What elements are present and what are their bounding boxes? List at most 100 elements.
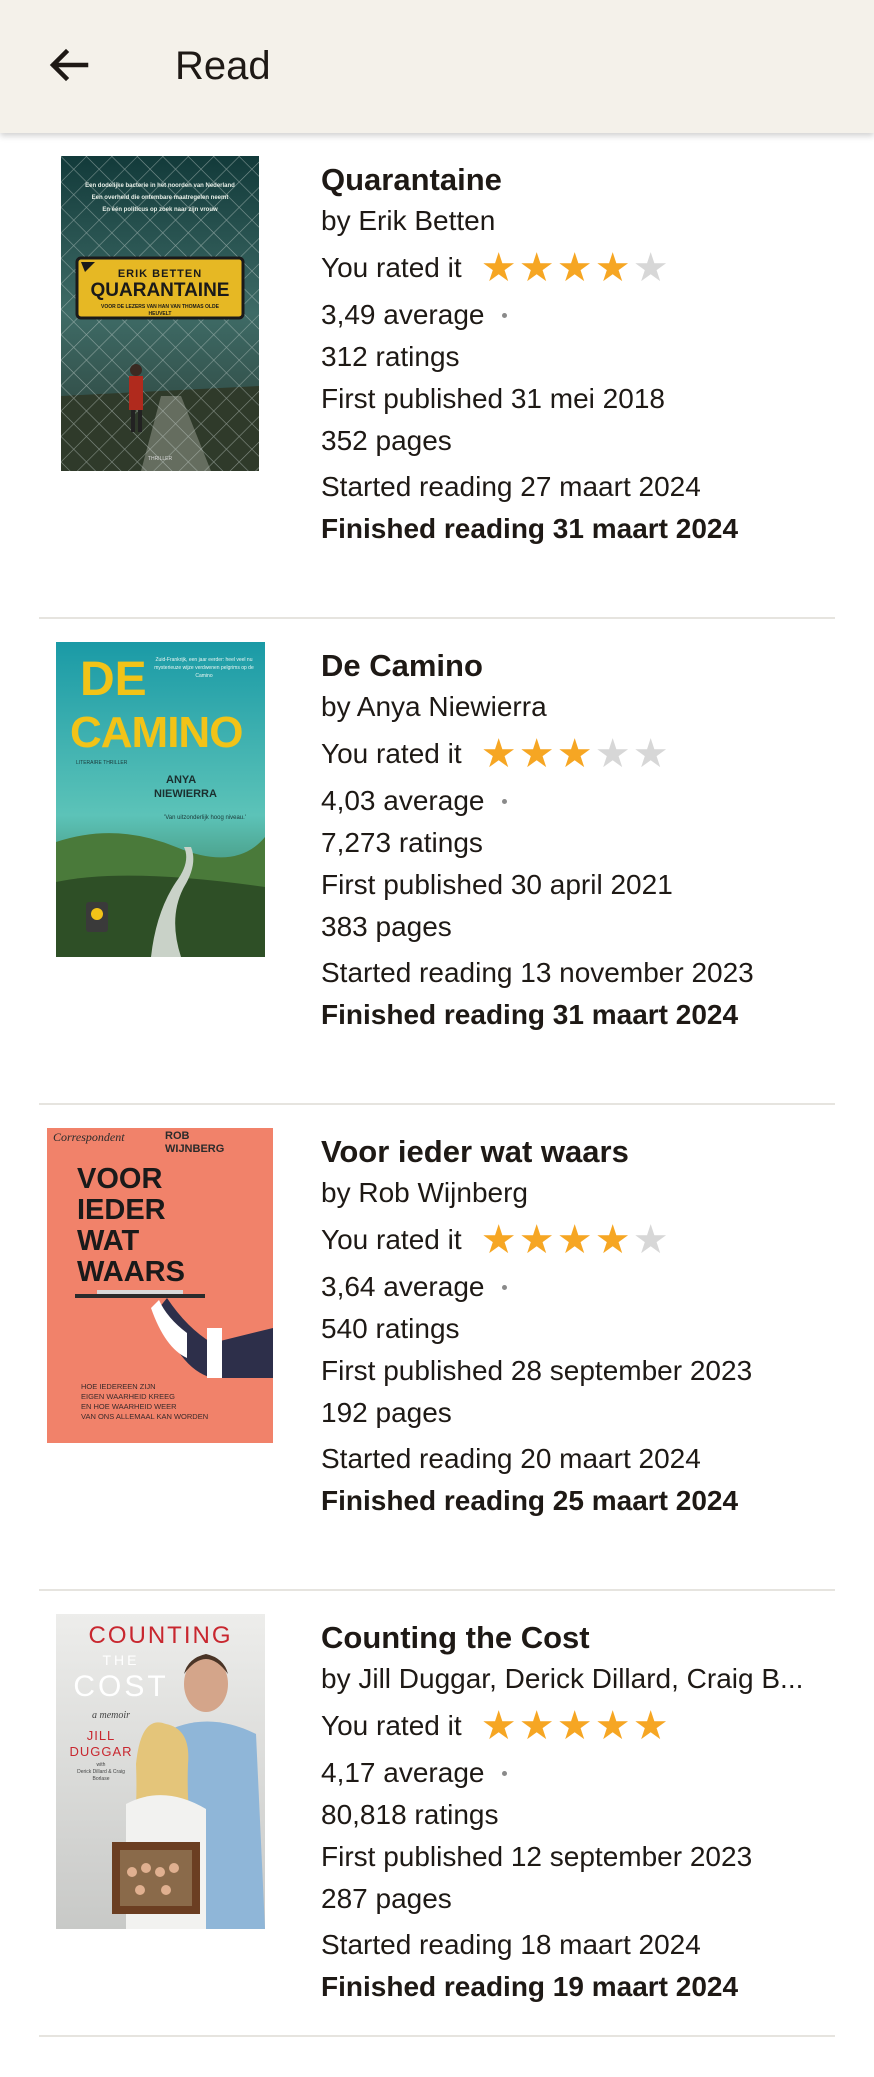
ratings-count: 312 ratings: [321, 341, 460, 372]
rating-stars[interactable]: ★ ★ ★ ★ ★: [480, 248, 670, 288]
star-filled-icon[interactable]: ★: [594, 248, 632, 288]
book-info: De Camino by Anya Niewierra You rated it…: [321, 646, 841, 1036]
cover-author: ERIK BETTEN: [117, 268, 203, 280]
book-author[interactable]: by Rob Wijnberg: [321, 1172, 841, 1214]
star-filled-icon[interactable]: ★: [518, 248, 556, 288]
back-button[interactable]: [44, 40, 104, 92]
book-cover[interactable]: Correspondent ROB WIJNBERG VOOR IEDER WA…: [47, 1128, 273, 1443]
average-rating: 4,17 average: [321, 1757, 485, 1788]
star-filled-icon[interactable]: ★: [556, 734, 594, 774]
cover-subtitle: VOOR DE LEZERS VAN HAN VAN THOMAS OLDE H…: [101, 304, 219, 317]
divider: [39, 2035, 835, 2037]
star-empty-icon[interactable]: ★: [594, 734, 632, 774]
star-filled-icon[interactable]: ★: [480, 1706, 518, 1746]
book-author[interactable]: by Erik Betten: [321, 200, 841, 242]
cover-author: JILL: [86, 1728, 116, 1743]
star-filled-icon[interactable]: ★: [480, 1220, 518, 1260]
app-bar: Read: [0, 0, 874, 133]
cover-title: COUNTING: [88, 1622, 233, 1649]
page-count: 383 pages: [321, 911, 452, 942]
finished-reading: Finished reading 31 maart 2024: [321, 999, 739, 1030]
started-reading: Started reading 18 maart 2024: [321, 1929, 701, 1960]
page-count: 352 pages: [321, 425, 452, 456]
cover-subtitle: a memoir: [92, 1710, 131, 1721]
average-rating: 3,49 average: [321, 299, 485, 330]
rated-label: You rated it: [321, 1224, 462, 1255]
cover-brand: Correspondent: [53, 1130, 125, 1144]
rating-stars[interactable]: ★ ★ ★ ★ ★: [480, 734, 670, 774]
book-cover[interactable]: Een dodelijke bacterie in het noorden va…: [61, 156, 259, 471]
book-title[interactable]: Quarantaine: [321, 160, 841, 200]
started-reading: Started reading 13 november 2023: [321, 957, 754, 988]
cover-title: CAMINO: [70, 708, 243, 757]
cover-author: ANYA: [166, 774, 197, 786]
started-reading: Started reading 20 maart 2024: [321, 1443, 701, 1474]
star-filled-icon[interactable]: ★: [556, 1706, 594, 1746]
cover-author: DUGGAR: [69, 1744, 133, 1759]
star-empty-icon[interactable]: ★: [632, 1220, 670, 1260]
user-rating: You rated it ★ ★ ★ ★ ★: [321, 1700, 841, 1752]
book-item[interactable]: Een dodelijke bacterie in het noorden va…: [0, 133, 874, 619]
book-info: Voor ieder wat waars by Rob Wijnberg You…: [321, 1132, 841, 1522]
star-filled-icon[interactable]: ★: [594, 1220, 632, 1260]
cover-title-line: VOOR: [77, 1163, 163, 1195]
cover-title: COST: [73, 1670, 169, 1703]
book-cover[interactable]: DE CAMINO Zuid-Frankrijk, een jaar eerde…: [56, 642, 265, 957]
cover-subtitle-line: EIGEN WAARHEID KREEG: [81, 1392, 175, 1401]
average-rating-row: 3,64 average: [321, 1266, 841, 1308]
cover-title-line: IEDER: [77, 1194, 166, 1226]
book-author[interactable]: by Jill Duggar, Derick Dillard, Craig B.…: [321, 1658, 841, 1700]
book-info: Counting the Cost by Jill Duggar, Derick…: [321, 1618, 841, 2008]
star-empty-icon[interactable]: ★: [632, 734, 670, 774]
average-rating: 3,64 average: [321, 1271, 485, 1302]
first-published: First published 28 september 2023: [321, 1355, 753, 1386]
cover-author: ROB: [165, 1130, 190, 1142]
star-filled-icon[interactable]: ★: [480, 734, 518, 774]
rated-label: You rated it: [321, 1710, 462, 1741]
star-filled-icon[interactable]: ★: [632, 1706, 670, 1746]
book-cover[interactable]: COUNTING THE COST a memoir JILL DUGGAR w…: [56, 1614, 265, 1929]
star-filled-icon[interactable]: ★: [518, 1220, 556, 1260]
book-item[interactable]: DE CAMINO Zuid-Frankrijk, een jaar eerde…: [0, 619, 874, 1105]
cover-subtitle-line: VAN ONS ALLEMAAL KAN WORDEN: [81, 1412, 209, 1421]
cover-tagline: En één politicus op zoek naar zijn vrouw: [102, 207, 218, 213]
cover-with: with: [96, 1762, 106, 1768]
average-rating: 4,03 average: [321, 785, 485, 816]
book-list[interactable]: Een dodelijke bacterie in het noorden va…: [0, 133, 874, 2077]
star-filled-icon[interactable]: ★: [556, 1220, 594, 1260]
cover-title: DE: [80, 653, 147, 706]
star-filled-icon[interactable]: ★: [518, 1706, 556, 1746]
book-item[interactable]: COUNTING THE COST a memoir JILL DUGGAR w…: [0, 1591, 874, 2077]
star-filled-icon[interactable]: ★: [480, 248, 518, 288]
ratings-count: 80,818 ratings: [321, 1799, 499, 1830]
star-empty-icon[interactable]: ★: [632, 248, 670, 288]
cover-title: QUARANTAINE: [90, 280, 230, 301]
average-rating-row: 4,17 average: [321, 1752, 841, 1794]
cover-publisher: THRILLER: [147, 456, 173, 462]
separator-dot-icon: [502, 798, 508, 804]
separator-dot-icon: [502, 312, 508, 318]
cover-quote: 'Van uitzonderlijk hoog niveau.': [164, 815, 246, 821]
book-title[interactable]: De Camino: [321, 646, 841, 686]
book-title[interactable]: Voor ieder wat waars: [321, 1132, 841, 1172]
book-title[interactable]: Counting the Cost: [321, 1618, 841, 1658]
cover-subtitle-line: HOE IEDEREEN ZIJN: [81, 1382, 156, 1391]
rated-label: You rated it: [321, 738, 462, 769]
first-published: First published 30 april 2021: [321, 869, 673, 900]
star-filled-icon[interactable]: ★: [556, 248, 594, 288]
cover-title-line: WAT: [77, 1225, 140, 1257]
first-published: First published 31 mei 2018: [321, 383, 665, 414]
rating-stars[interactable]: ★ ★ ★ ★ ★: [480, 1706, 670, 1746]
user-rating: You rated it ★ ★ ★ ★ ★: [321, 728, 841, 780]
cover-coauthors: Derick Dillard & Craig Borlase: [77, 1769, 125, 1782]
star-filled-icon[interactable]: ★: [594, 1706, 632, 1746]
book-item[interactable]: Correspondent ROB WIJNBERG VOOR IEDER WA…: [0, 1105, 874, 1591]
rating-stars[interactable]: ★ ★ ★ ★ ★: [480, 1220, 670, 1260]
cover-title: THE: [102, 1652, 140, 1668]
user-rating: You rated it ★ ★ ★ ★ ★: [321, 1214, 841, 1266]
cover-blurb: Zuid-Frankrijk, een jaar eerder: heel ve…: [154, 657, 254, 679]
cover-genre: LITERAIRE THRILLER: [76, 760, 128, 766]
book-author[interactable]: by Anya Niewierra: [321, 686, 841, 728]
star-filled-icon[interactable]: ★: [518, 734, 556, 774]
cover-title-line: WAARS: [77, 1256, 185, 1288]
